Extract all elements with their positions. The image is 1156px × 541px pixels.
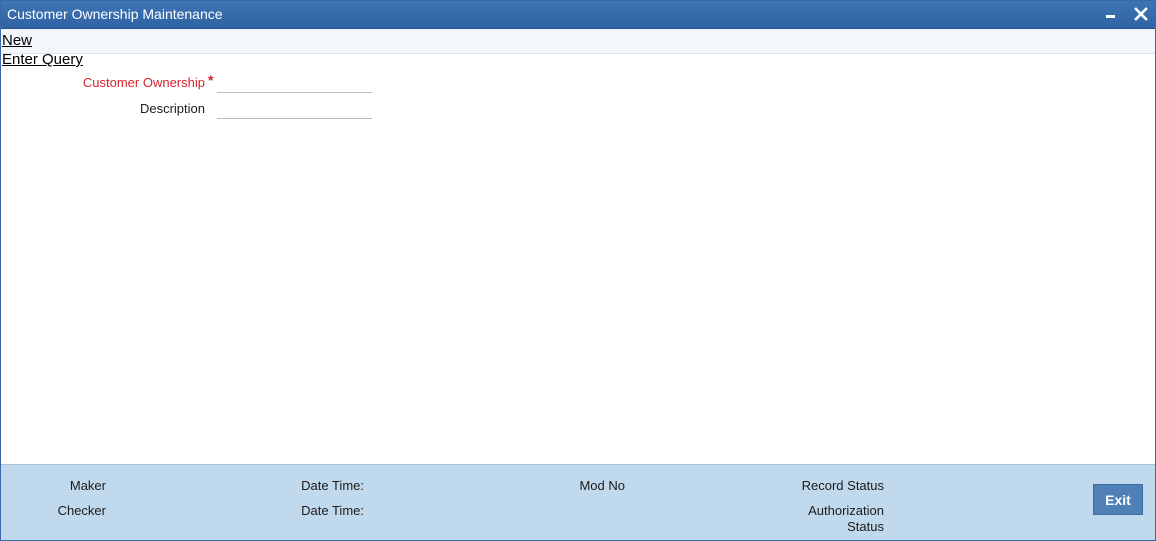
required-marker: * [208,72,214,88]
audit-footer: Maker Checker Date Time: Date Time: Mod … [1,464,1155,540]
description-label: Description [139,101,205,116]
minimize-icon [1106,15,1115,18]
title-bar: Customer Ownership Maintenance [1,1,1155,29]
customer-ownership-window: Customer Ownership Maintenance New Enter… [0,0,1156,541]
window-title: Customer Ownership Maintenance [7,6,223,22]
new-link[interactable]: New [2,32,32,49]
checker-date-time-label: Date Time: [301,503,364,518]
close-button[interactable] [1132,5,1150,23]
close-icon [1134,7,1148,21]
toolbar [1,29,1155,54]
customer-ownership-input[interactable] [217,75,372,93]
maker-date-time-label: Date Time: [301,478,364,493]
mod-no-label: Mod No [579,478,625,493]
authorization-status-label: Status [847,519,884,534]
exit-button[interactable]: Exit [1093,484,1143,515]
authorization-label: Authorization [808,503,884,518]
customer-ownership-label: Customer Ownership [82,75,205,90]
minimize-button[interactable] [1102,5,1120,23]
enter-query-link[interactable]: Enter Query [2,51,83,68]
checker-label: Checker [57,503,106,518]
description-input[interactable] [217,101,372,119]
record-status-label: Record Status [801,478,884,493]
maker-label: Maker [69,478,106,493]
